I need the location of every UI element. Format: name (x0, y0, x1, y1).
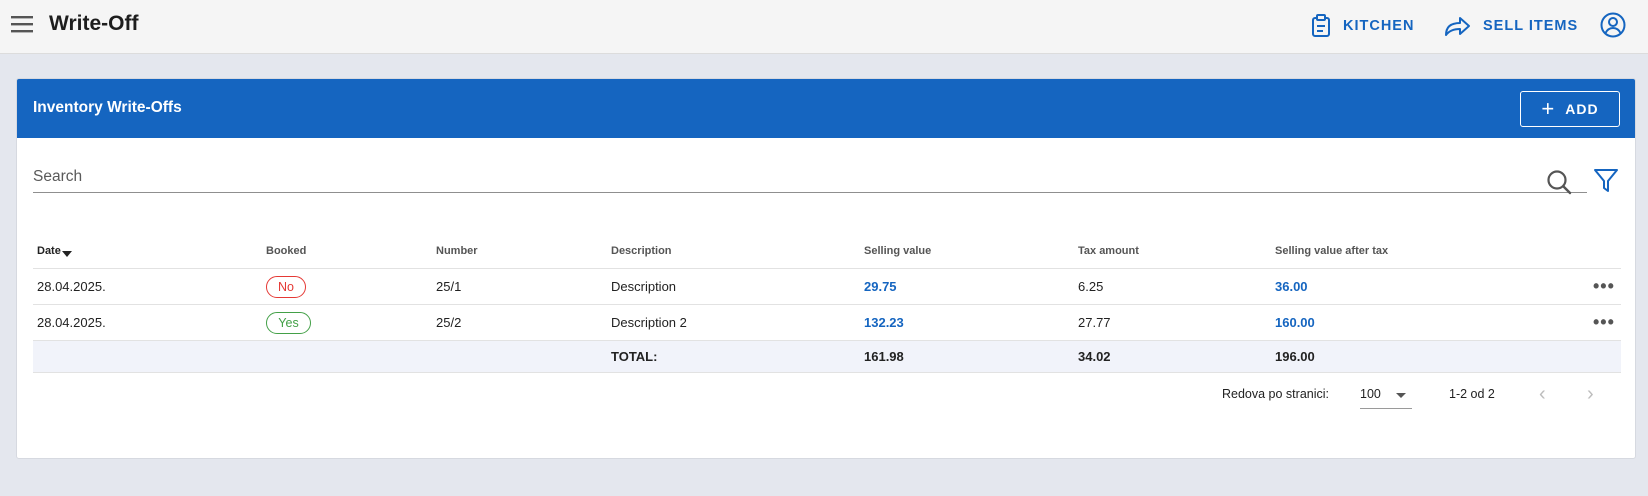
kitchen-label: KITCHEN (1343, 18, 1415, 34)
total-tax-amount: 34.02 (1078, 349, 1111, 364)
column-header-description: Description (611, 244, 672, 257)
top-app-bar: Write-Off KITCHEN SELL ITEMS (0, 0, 1648, 54)
cell-tax-amount: 6.25 (1078, 279, 1104, 294)
cell-tax-amount: 27.77 (1078, 315, 1111, 330)
total-after-tax: 196.00 (1275, 349, 1315, 364)
rows-per-page-value: 100 (1360, 387, 1381, 401)
card-title: Inventory Write-Offs (33, 99, 182, 116)
cell-after-tax-link[interactable]: 36.00 (1275, 269, 1308, 304)
pagination-range: 1-2 od 2 (1449, 387, 1495, 401)
sort-desc-icon (61, 250, 72, 257)
search-icon[interactable] (1546, 169, 1572, 195)
total-selling-value: 161.98 (864, 349, 904, 364)
column-header-tax-amount: Tax amount (1078, 244, 1139, 257)
cell-number: 25/1 (436, 279, 462, 294)
plus-icon: + (1541, 96, 1556, 121)
more-options-icon[interactable]: ••• (1593, 269, 1615, 304)
table-header-row: Date Booked Number Description Selling v… (33, 233, 1621, 269)
cell-description: Description 2 (611, 315, 687, 330)
search-input[interactable] (33, 163, 1533, 191)
user-account-icon[interactable] (1600, 12, 1626, 38)
sell-items-button[interactable]: SELL ITEMS (1443, 12, 1578, 40)
table-row[interactable]: 28.04.2025. No 25/1 Description 29.75 6.… (33, 269, 1621, 305)
card-header: Inventory Write-Offs + ADD (17, 79, 1635, 138)
column-header-date[interactable]: Date (37, 233, 72, 268)
hamburger-menu-icon[interactable] (11, 13, 33, 35)
page-title: Write-Off (49, 12, 139, 35)
cell-date: 28.04.2025. (37, 279, 106, 294)
column-header-selling-value: Selling value (864, 244, 932, 257)
cell-selling-value-link[interactable]: 29.75 (864, 269, 897, 304)
chevron-down-icon (1396, 393, 1406, 398)
column-header-after-tax: Selling value after tax (1275, 244, 1389, 257)
cell-after-tax-link[interactable]: 160.00 (1275, 305, 1315, 340)
write-offs-card: Inventory Write-Offs + ADD Date Booked N… (16, 78, 1636, 459)
more-options-icon[interactable]: ••• (1593, 305, 1615, 340)
chevron-left-icon[interactable]: ‹ (1539, 383, 1546, 406)
column-header-booked: Booked (266, 244, 307, 257)
cell-number: 25/2 (436, 315, 462, 330)
pagination: Redova po stranici: 100 1-2 od 2 ‹ › (17, 383, 1635, 409)
write-offs-table: Date Booked Number Description Selling v… (33, 233, 1621, 373)
add-button[interactable]: + ADD (1520, 91, 1620, 127)
share-arrow-icon (1445, 17, 1470, 36)
cell-date: 28.04.2025. (37, 315, 106, 330)
total-label: TOTAL: (611, 349, 658, 364)
clipboard-icon (1312, 14, 1330, 37)
column-header-number: Number (436, 244, 478, 257)
status-badge: No (266, 275, 306, 298)
rows-per-page-select[interactable]: 100 (1360, 381, 1412, 409)
table-total-row: TOTAL: 161.98 34.02 196.00 (33, 341, 1621, 373)
add-label: ADD (1565, 101, 1599, 117)
search-field (33, 163, 1587, 193)
rows-per-page-label: Redova po stranici: (1222, 387, 1330, 401)
filter-icon[interactable] (1593, 167, 1619, 195)
chevron-right-icon[interactable]: › (1587, 383, 1594, 406)
sell-items-label: SELL ITEMS (1483, 18, 1579, 34)
table-row[interactable]: 28.04.2025. Yes 25/2 Description 2 132.2… (33, 305, 1621, 341)
kitchen-button[interactable]: KITCHEN (1311, 12, 1414, 40)
cell-description: Description (611, 279, 677, 294)
cell-selling-value-link[interactable]: 132.23 (864, 305, 904, 340)
status-badge: Yes (266, 311, 311, 334)
